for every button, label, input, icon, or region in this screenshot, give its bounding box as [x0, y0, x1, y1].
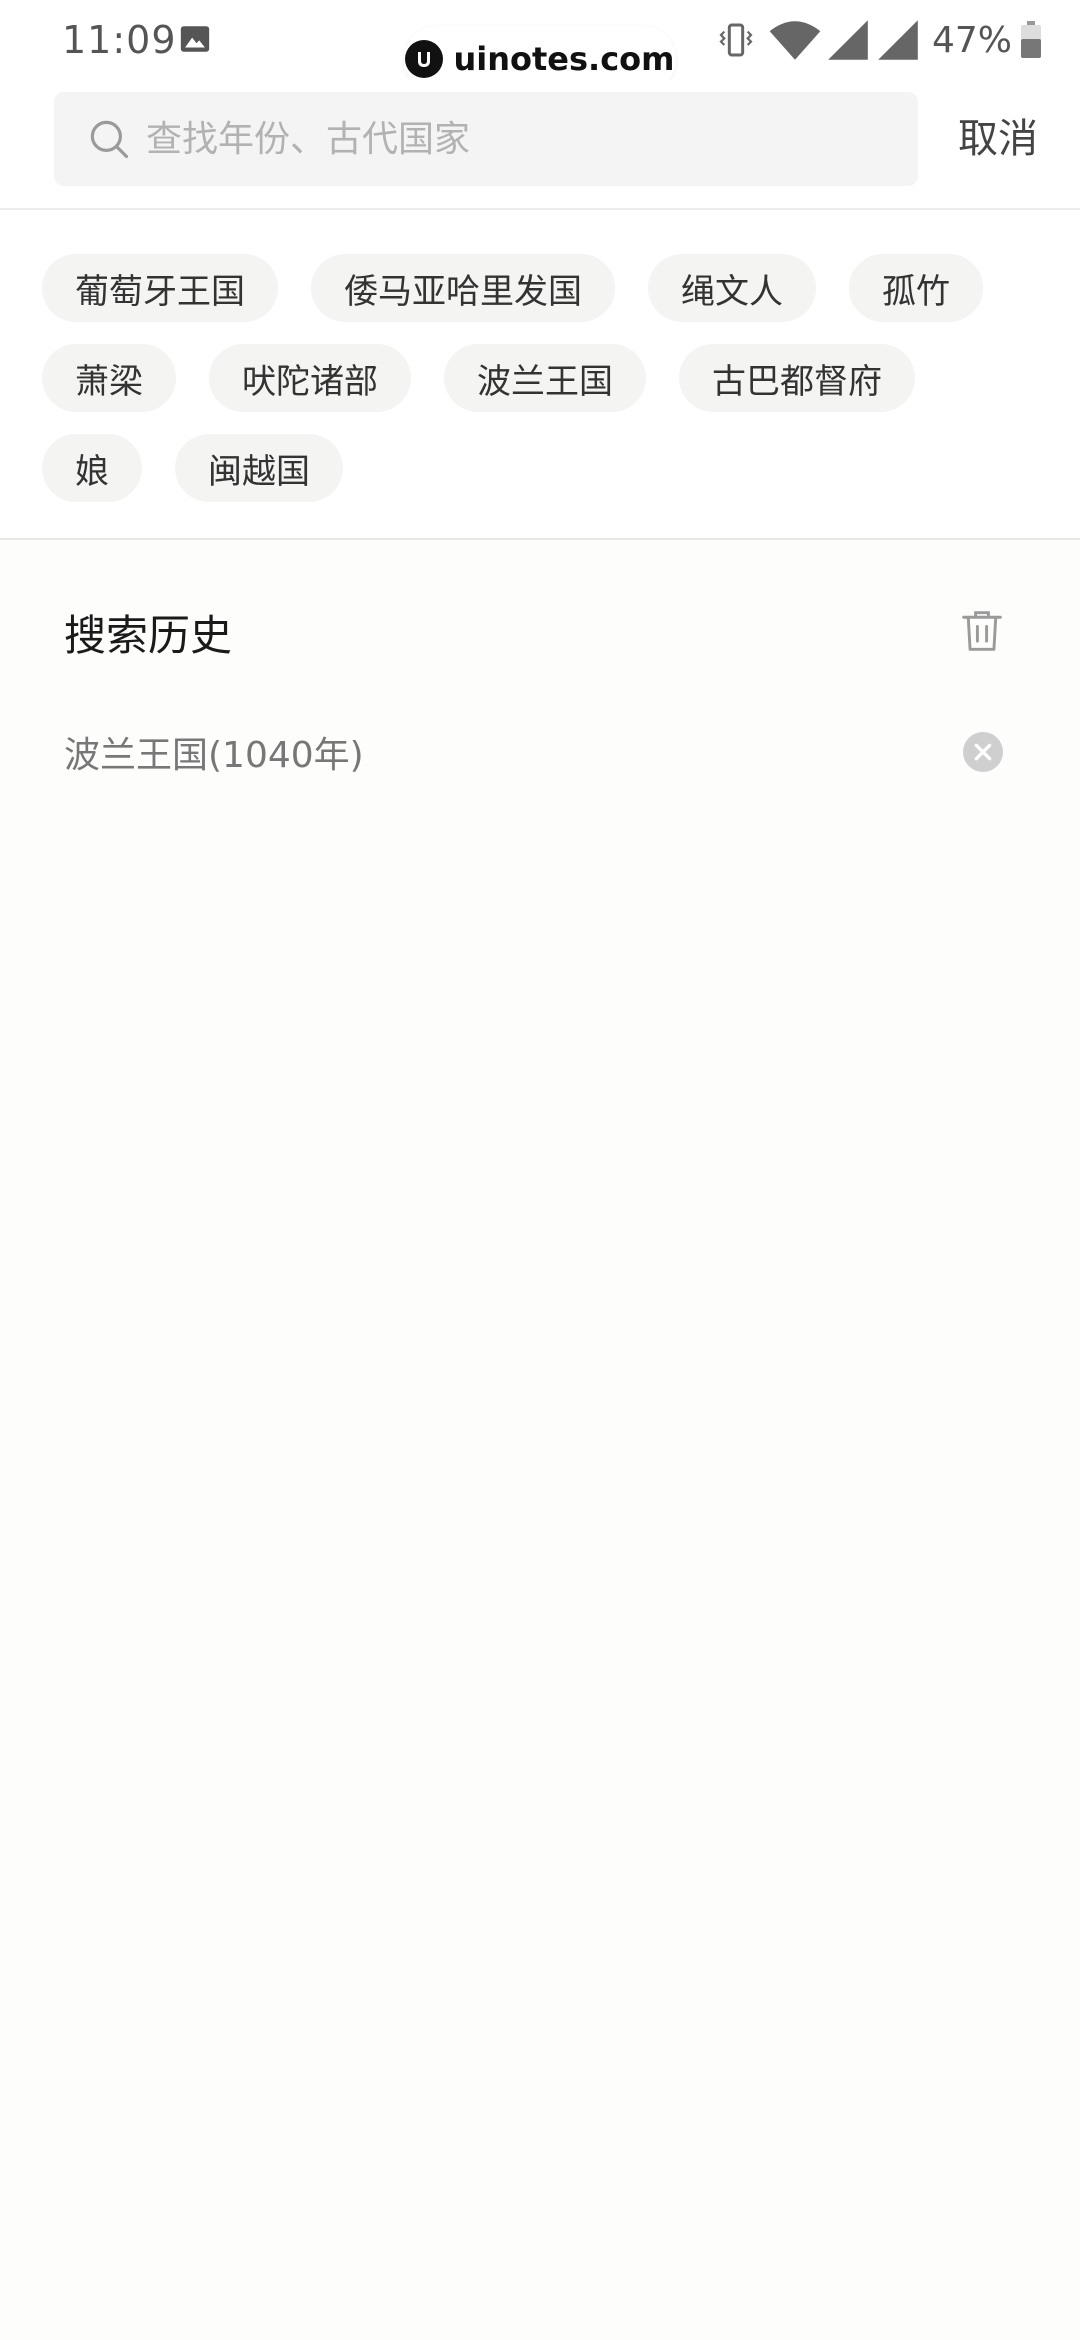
signal-icon — [878, 20, 918, 60]
gallery-icon — [180, 26, 210, 52]
wifi-icon — [769, 21, 821, 60]
hot-tag[interactable]: 古巴都督府 — [679, 344, 915, 412]
history-item[interactable]: 波兰王国(1040年) — [0, 710, 1080, 794]
history-item-text: 波兰王国(1040年) — [64, 735, 364, 776]
watermark-text: uinotes.com — [453, 40, 675, 78]
search-header: 取消 — [0, 80, 1080, 210]
search-box[interactable] — [54, 92, 918, 186]
hot-tag[interactable]: 倭马亚哈里发国 — [311, 254, 615, 322]
hot-tag[interactable]: 闽越国 — [175, 434, 343, 502]
hot-tag[interactable]: 孤竹 — [849, 254, 983, 322]
battery-percent: 47% — [931, 19, 1012, 61]
status-time: 11:09 — [62, 18, 177, 62]
search-icon — [90, 120, 129, 159]
hot-tag[interactable]: 葡萄牙王国 — [42, 254, 278, 322]
status-icons: 47% — [716, 18, 1042, 62]
battery-icon — [1021, 21, 1041, 58]
hot-tags-section: 葡萄牙王国 倭马亚哈里发国 绳文人 孤竹 萧梁 吠陀诸部 波兰王国 古巴都督府 … — [0, 210, 1080, 540]
hot-tag[interactable]: 波兰王国 — [444, 344, 646, 412]
hot-tags-list: 葡萄牙王国 倭马亚哈里发国 绳文人 孤竹 萧梁 吠陀诸部 波兰王国 古巴都督府 … — [42, 254, 1042, 502]
hot-tag[interactable]: 吠陀诸部 — [209, 344, 411, 412]
screen: 11:09 47% uinotes.com 查找年份、古代国家 取消 葡萄牙王国… — [0, 0, 1080, 2340]
watermark-logo-icon — [405, 40, 444, 78]
hot-tag[interactable]: 娘 — [42, 434, 142, 502]
signal-icon — [828, 20, 868, 60]
vibrate-icon — [719, 23, 753, 57]
search-input[interactable] — [146, 92, 886, 186]
clear-icon[interactable] — [963, 732, 1003, 772]
cancel-button[interactable]: 取消 — [958, 92, 1038, 186]
history-title: 搜索历史 — [64, 611, 233, 660]
trash-icon[interactable] — [960, 608, 1004, 654]
hot-tag[interactable]: 萧梁 — [42, 344, 176, 412]
hot-tag[interactable]: 绳文人 — [648, 254, 816, 322]
